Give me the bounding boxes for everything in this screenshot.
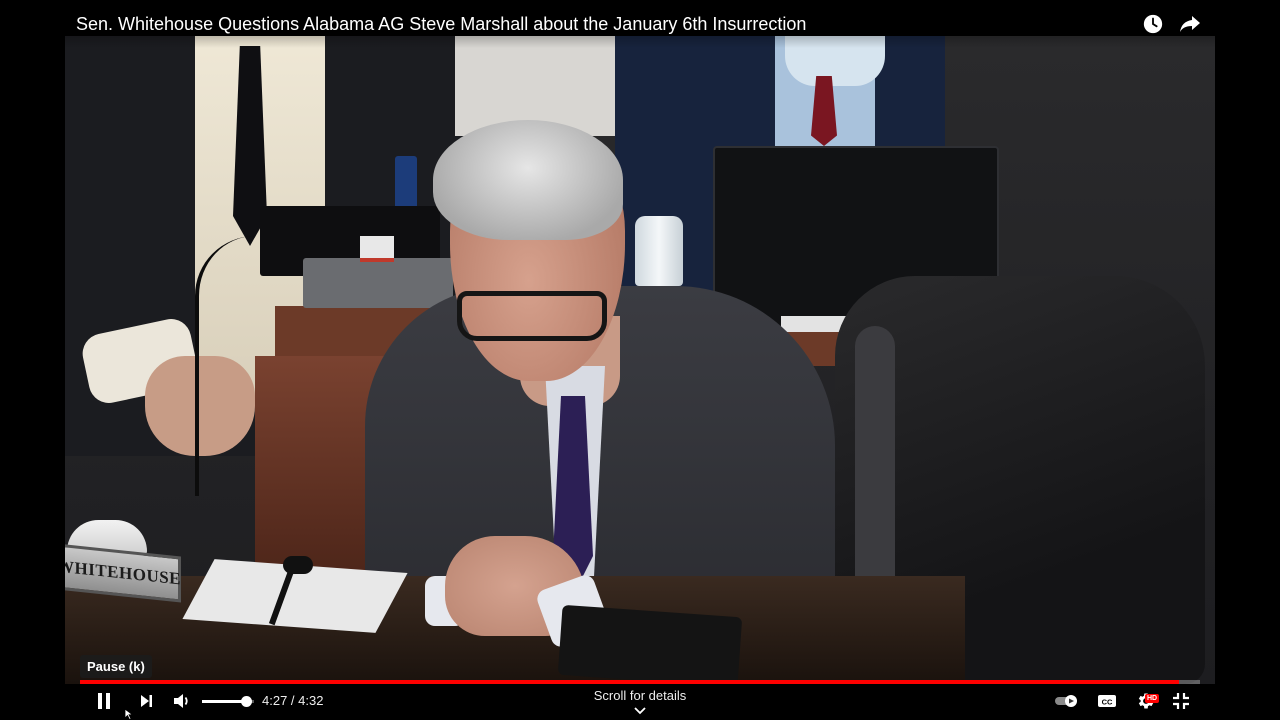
senator-hair <box>433 120 623 240</box>
mouse-cursor-icon <box>124 708 134 720</box>
time-display: 4:27 / 4:32 <box>262 693 323 708</box>
pause-button[interactable] <box>92 688 116 714</box>
chevron-down-icon[interactable] <box>632 706 648 716</box>
equipment-label <box>360 236 394 262</box>
pause-tooltip: Pause (k) <box>80 655 152 678</box>
autoplay-toggle-icon <box>1055 695 1077 707</box>
staffer-badge <box>395 156 417 211</box>
time-separator: / <box>287 693 299 708</box>
autoplay-toggle[interactable] <box>1054 688 1080 714</box>
senator-glasses <box>457 291 607 341</box>
video-title[interactable]: Sen. Whitehouse Questions Alabama AG Ste… <box>76 14 806 35</box>
captions-button[interactable]: CC <box>1096 688 1118 714</box>
next-icon <box>141 695 152 707</box>
share-button[interactable] <box>1178 12 1202 36</box>
microphone <box>283 556 313 574</box>
current-time: 4:27 <box>262 693 288 708</box>
volume-slider[interactable] <box>202 696 254 707</box>
video-frame[interactable]: WHITEHOUSE <box>65 36 1215 684</box>
watch-later-button[interactable] <box>1141 12 1165 36</box>
cables <box>195 236 319 496</box>
exit-fullscreen-button[interactable] <box>1170 688 1192 714</box>
video-player[interactable]: WHITEHOUSE Sen. Whitehouse Questions Ala… <box>0 0 1280 720</box>
water-bottle <box>635 216 683 286</box>
exit-fullscreen-icon <box>1173 693 1189 709</box>
closed-captions-icon: CC <box>1098 695 1116 707</box>
volume-icon <box>174 694 188 708</box>
next-button[interactable] <box>134 688 158 714</box>
svg-text:CC: CC <box>1102 698 1113 707</box>
duration: 4:32 <box>298 693 324 708</box>
share-arrow-icon <box>1180 16 1200 32</box>
volume-level <box>202 700 247 703</box>
clock-icon <box>1143 14 1163 34</box>
scroll-for-details[interactable]: Scroll for details <box>560 688 720 703</box>
tablet <box>557 604 743 684</box>
hd-badge: HD <box>1145 694 1160 703</box>
equipment-box <box>303 258 453 308</box>
volume-knob[interactable] <box>240 696 252 707</box>
pause-icon <box>98 693 110 709</box>
volume-button[interactable] <box>170 688 194 714</box>
